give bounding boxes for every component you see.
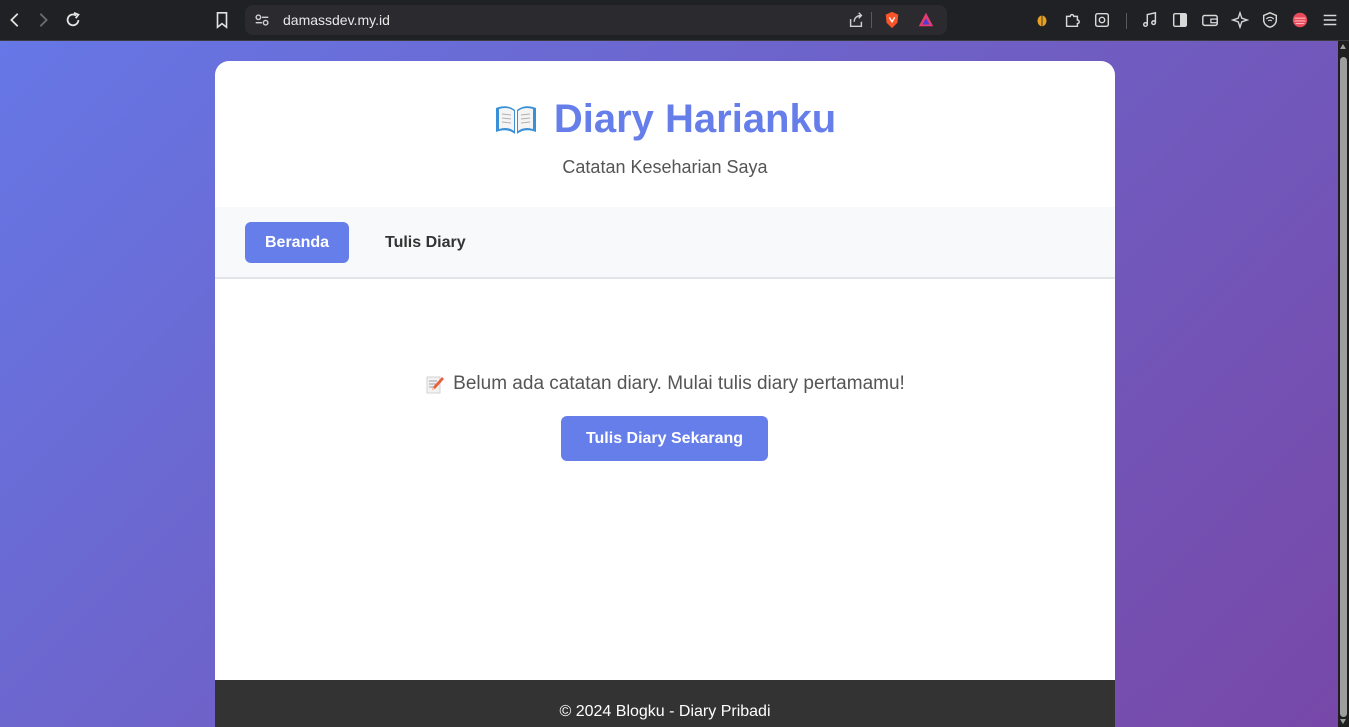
- site-title: Diary Harianku: [553, 97, 837, 141]
- browser-toolbar: damassdev.my.id: [0, 0, 1349, 41]
- back-icon[interactable]: [2, 7, 28, 33]
- diary-container: Diary Harianku Catatan Keseharian Saya B…: [215, 61, 1115, 727]
- site-settings-icon[interactable]: [253, 11, 271, 29]
- scroll-down-icon[interactable]: [1340, 719, 1346, 724]
- reload-icon[interactable]: [60, 7, 86, 33]
- menu-icon[interactable]: [1321, 11, 1339, 29]
- open-book-icon: [495, 105, 536, 134]
- main-nav: Beranda Tulis Diary: [215, 207, 1115, 279]
- empty-state: Belum ada catatan diary. Mulai tulis dia…: [215, 373, 1115, 395]
- url-text[interactable]: damassdev.my.id: [283, 12, 390, 28]
- leo-ai-icon[interactable]: [1231, 11, 1249, 29]
- write-diary-now-button[interactable]: Tulis Diary Sekarang: [561, 416, 768, 461]
- wallet-icon[interactable]: [1201, 11, 1219, 29]
- page-scrollbar[interactable]: [1338, 41, 1349, 727]
- brave-shield-icon[interactable]: [883, 11, 901, 29]
- page-viewport: Diary Harianku Catatan Keseharian Saya B…: [0, 41, 1338, 727]
- extension-bug-icon[interactable]: [1033, 11, 1051, 29]
- vpn-icon[interactable]: [1261, 11, 1279, 29]
- brave-rewards-icon[interactable]: [917, 11, 935, 29]
- nav-item-beranda[interactable]: Beranda: [245, 222, 350, 263]
- site-header: Diary Harianku Catatan Keseharian Saya: [215, 61, 1115, 207]
- sidebar-icon[interactable]: [1171, 11, 1189, 29]
- media-icon[interactable]: [1141, 11, 1159, 29]
- scroll-up-icon[interactable]: [1340, 44, 1346, 49]
- share-icon[interactable]: [847, 11, 865, 29]
- divider: [1126, 13, 1127, 29]
- screenshot-icon[interactable]: [1093, 11, 1111, 29]
- footer-text: © 2024 Blogku - Diary Pribadi: [559, 703, 771, 720]
- title-row: Diary Harianku: [215, 97, 1115, 142]
- extensions-icon[interactable]: [1063, 11, 1081, 29]
- memo-icon: [426, 376, 445, 394]
- site-footer: © 2024 Blogku - Diary Pribadi: [215, 680, 1115, 727]
- main-content: Belum ada catatan diary. Mulai tulis dia…: [215, 281, 1115, 681]
- site-subtitle: Catatan Keseharian Saya: [562, 157, 768, 177]
- profile-icon[interactable]: [1291, 11, 1309, 29]
- forward-icon[interactable]: [30, 7, 56, 33]
- scrollbar-thumb[interactable]: [1340, 57, 1347, 717]
- nav-item-tulis-diary[interactable]: Tulis Diary: [365, 222, 486, 263]
- divider: [871, 12, 872, 28]
- bookmark-icon[interactable]: [209, 7, 235, 33]
- empty-state-text: Belum ada catatan diary. Mulai tulis dia…: [453, 373, 905, 394]
- address-bar[interactable]: damassdev.my.id: [245, 5, 947, 35]
